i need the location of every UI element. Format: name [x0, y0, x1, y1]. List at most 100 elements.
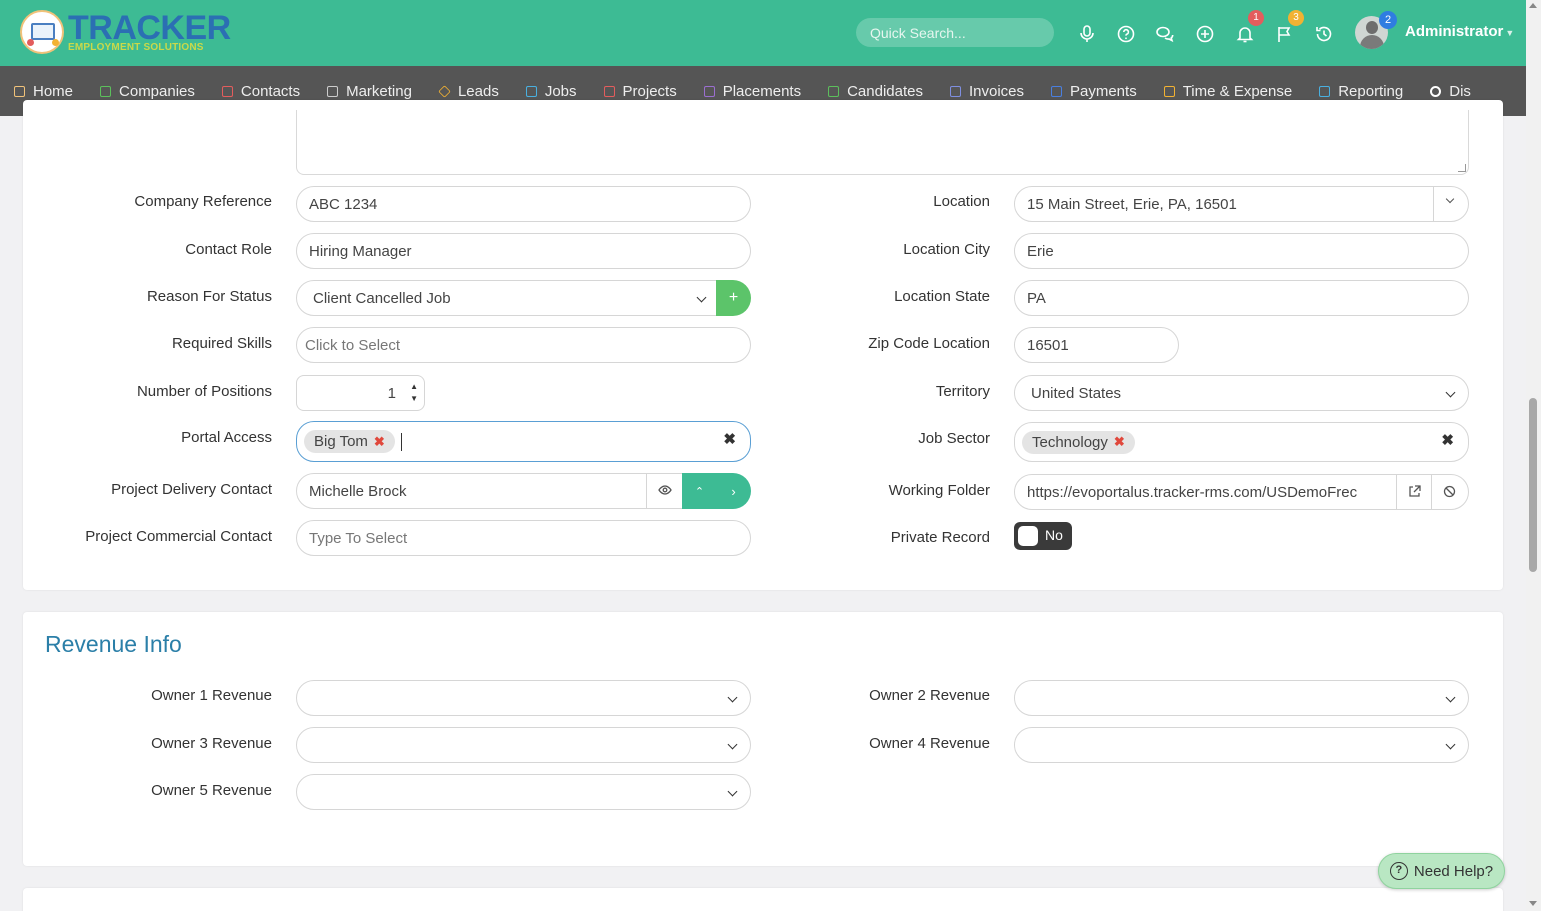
nav-item-label: Candidates [847, 82, 923, 100]
notifications-bell-icon[interactable]: 1 [1235, 10, 1264, 44]
nav-item-label: Home [33, 82, 74, 100]
nav-item-contacts[interactable]: Contacts [221, 83, 300, 100]
territory-select[interactable]: United States [1014, 375, 1469, 411]
owner-5-revenue-select[interactable] [296, 774, 751, 810]
contact-role-input[interactable]: Hiring Manager [296, 233, 751, 269]
need-help-label: Need Help? [1413, 862, 1494, 880]
job-sector-input[interactable]: Technology ✖ ✖ [1014, 422, 1469, 462]
owner-1-revenue-label: Owner 1 Revenue [151, 687, 272, 704]
nav-item-label: Projects [622, 82, 677, 100]
reason-for-status-label: Reason For Status [146, 288, 272, 305]
bar-chart-icon [1319, 85, 1331, 97]
nav-item-projects[interactable]: Projects [603, 82, 677, 100]
location-value: 15 Main Street, Erie, PA, 16501 [1027, 195, 1237, 213]
notes-textarea[interactable] [296, 110, 1469, 175]
owner-2-revenue-select[interactable] [1014, 680, 1469, 716]
job-sector-label: Job Sector [918, 430, 990, 447]
scroll-down-arrow-icon[interactable] [1529, 901, 1537, 906]
search-icon [1430, 85, 1442, 97]
nav-item-companies[interactable]: Companies [100, 83, 195, 100]
quick-search-input[interactable] [856, 18, 1054, 47]
nav-item-jobs[interactable]: Jobs [525, 83, 577, 100]
working-folder-input[interactable]: https://evoportalus.tracker-rms.com/USDe… [1014, 474, 1469, 510]
project-delivery-contact-input[interactable]: Michelle Brock [296, 473, 684, 509]
scroll-up-arrow-icon[interactable] [1529, 3, 1537, 8]
owner-3-revenue-select[interactable] [296, 727, 751, 763]
clear-icon[interactable]: ✖ [723, 430, 736, 448]
trophy-icon [525, 85, 537, 97]
logo-emblem-icon [20, 10, 64, 54]
nav-item-reporting[interactable]: Reporting [1319, 83, 1403, 100]
diamond-icon [438, 84, 451, 98]
avatar-badge: 2 [1379, 11, 1397, 29]
microphone-icon[interactable] [1077, 24, 1097, 44]
user-menu[interactable]: Administrator ▼ [1405, 23, 1514, 40]
history-icon[interactable] [1314, 24, 1334, 44]
nav-item-leads[interactable]: Leads [438, 83, 499, 100]
working-folder-label: Working Folder [888, 482, 990, 499]
location-city-input[interactable]: Erie [1014, 233, 1469, 269]
project-commercial-contact-input[interactable]: Type To Select [296, 520, 751, 556]
need-help-button[interactable]: ? Need Help? [1378, 853, 1505, 889]
add-circle-icon[interactable] [1195, 24, 1215, 44]
owner-1-revenue-select[interactable] [296, 680, 751, 716]
remove-tag-icon[interactable]: ✖ [1114, 434, 1125, 450]
nav-item-time-expense[interactable]: Time & Expense [1163, 83, 1292, 100]
contact-actions: ⌃ › [682, 473, 751, 509]
number-of-positions-stepper[interactable]: 1 ▲ ▼ [296, 375, 425, 411]
reason-for-status-select[interactable]: Client Cancelled Job [296, 280, 720, 316]
location-state-value: PA [1027, 289, 1046, 307]
logo-title: TRACKER [68, 9, 231, 47]
nav-item-label: Dis [1449, 82, 1471, 100]
nav-item-payments[interactable]: Payments [1051, 83, 1137, 100]
flag-icon[interactable]: 3 [1275, 10, 1304, 44]
private-record-toggle[interactable]: No [1014, 522, 1072, 550]
clock-icon [1163, 85, 1175, 97]
chevron-down-icon[interactable] [1445, 194, 1455, 204]
checklist-icon [603, 85, 615, 97]
broadcast-icon [327, 85, 339, 97]
nav-item-placements[interactable]: Placements [703, 82, 802, 100]
help-circle-icon[interactable] [1116, 24, 1136, 44]
nav-item-label: Placements [722, 82, 802, 100]
nav-item-label: Payments [1070, 82, 1137, 100]
resize-handle-icon[interactable] [1458, 164, 1466, 172]
location-select[interactable]: 15 Main Street, Erie, PA, 16501 [1014, 186, 1469, 222]
portal-access-input[interactable]: Big Tom ✖ ✖ [296, 421, 751, 462]
stepper-arrows-icon[interactable]: ▲ ▼ [410, 381, 418, 405]
tracker-logo[interactable]: TRACKER EMPLOYMENT SOLUTIONS [20, 10, 231, 54]
job-sector-tag[interactable]: Technology ✖ [1022, 430, 1135, 454]
chevron-up-icon[interactable]: ⌃ [683, 485, 717, 498]
remove-tag-icon[interactable]: ✖ [374, 434, 385, 450]
company-reference-input[interactable]: ABC 1234 [296, 186, 751, 222]
nav-item-home[interactable]: Home [14, 83, 73, 100]
nav-item-invoices[interactable]: Invoices [949, 82, 1024, 100]
working-folder-value: https://evoportalus.tracker-rms.com/USDe… [1027, 483, 1358, 501]
required-skills-input[interactable]: Click to Select [296, 327, 751, 363]
nav-item-marketing[interactable]: Marketing [327, 83, 412, 100]
chevron-right-icon[interactable]: › [717, 484, 751, 499]
location-state-input[interactable]: PA [1014, 280, 1469, 316]
owner-2-revenue-label: Owner 2 Revenue [869, 687, 990, 704]
nav-item-label: Invoices [968, 82, 1024, 100]
location-state-label: Location State [894, 288, 990, 305]
chat-icon[interactable] [1155, 24, 1175, 44]
clear-icon[interactable]: ✖ [1441, 431, 1454, 449]
external-link-icon[interactable] [1408, 485, 1421, 502]
territory-label: Territory [935, 383, 990, 400]
portal-access-tag[interactable]: Big Tom ✖ [304, 430, 395, 453]
private-record-label: Private Record [890, 529, 990, 546]
user-icon [828, 85, 840, 97]
project-commercial-contact-label: Project Commercial Contact [85, 528, 272, 545]
owner-4-revenue-select[interactable] [1014, 727, 1469, 763]
eye-icon[interactable] [658, 482, 672, 502]
nav-item-dis[interactable]: Dis [1430, 83, 1471, 100]
block-icon[interactable] [1443, 485, 1456, 502]
top-header: TRACKER EMPLOYMENT SOLUTIONS 1 3 2 Admin… [0, 0, 1526, 66]
nav-item-candidates[interactable]: Candidates [828, 83, 923, 100]
add-reason-button[interactable]: + [716, 280, 751, 316]
scrollbar-thumb[interactable] [1529, 398, 1537, 572]
contact-role-value: Hiring Manager [309, 242, 412, 260]
zip-code-location-input[interactable]: 16501 [1014, 327, 1179, 363]
owner-3-revenue-label: Owner 3 Revenue [151, 735, 272, 752]
